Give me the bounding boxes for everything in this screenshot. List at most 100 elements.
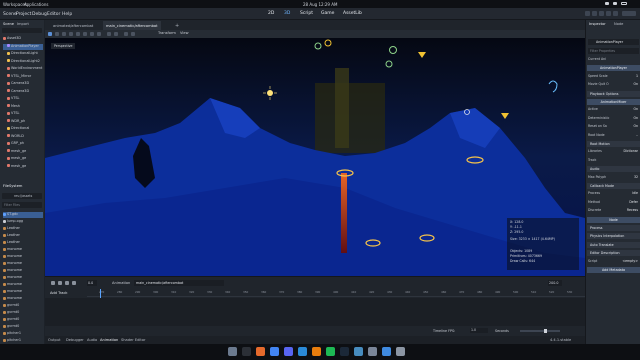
file-item[interactable]: monome: [3, 261, 43, 267]
inspector-property[interactable]: Libraries Dictionar: [588, 149, 639, 155]
lock-icon[interactable]: [83, 32, 87, 36]
mode-game-button[interactable]: Game: [321, 11, 334, 16]
preview-sun-icon[interactable]: [124, 32, 128, 36]
clock[interactable]: 28 Aug 12:29 AM: [303, 2, 337, 7]
inspector-category[interactable]: Add Metadata: [587, 267, 640, 273]
group-icon[interactable]: [90, 32, 94, 36]
applications-button[interactable]: Applications: [24, 2, 48, 7]
scene-tree-item[interactable]: VTSL: [3, 111, 43, 117]
play-from-end-icon[interactable]: [72, 281, 76, 285]
trash-icon[interactable]: [396, 347, 405, 356]
tab-node[interactable]: Node: [614, 22, 623, 26]
file-item[interactable]: gvrmt0: [3, 303, 43, 309]
move-tool-icon[interactable]: [55, 32, 59, 36]
zoom-slider[interactable]: [520, 329, 560, 333]
tab-audio[interactable]: Audio: [87, 338, 97, 342]
property-value[interactable]: 1: [636, 74, 638, 78]
inspector-node-name[interactable]: AnimationPlayer: [588, 39, 639, 45]
file-item[interactable]: monome: [3, 254, 43, 260]
file-item[interactable]: gvrmt0: [3, 324, 43, 330]
inspector-category[interactable]: AnimationMixer: [587, 99, 640, 105]
property-value[interactable]: 32: [634, 175, 638, 179]
filesystem-path[interactable]: res://assets: [2, 193, 42, 199]
scene-tree-item[interactable]: GRP_ph: [3, 141, 43, 147]
property-value[interactable]: <empty>: [622, 259, 638, 263]
tab-animated-aftercombat[interactable]: animated/aftercombat: [50, 21, 96, 30]
file-item[interactable]: gvrmt0: [3, 317, 43, 323]
scene-tree-item[interactable]: Camera3D: [3, 81, 43, 87]
file-item[interactable]: pitcher1: [3, 331, 43, 337]
scale-tool-icon[interactable]: [69, 32, 73, 36]
file-item[interactable]: gvrmt0: [3, 310, 43, 316]
inspector-property[interactable]: Movie Quit O On: [588, 82, 639, 88]
inspector-property[interactable]: Current Ani: [588, 57, 639, 63]
menu-scene[interactable]: Scene: [3, 12, 17, 17]
file-item[interactable]: monome: [3, 282, 43, 288]
ruler-icon[interactable]: [97, 32, 101, 36]
file-item[interactable]: Leather: [3, 233, 43, 239]
file-item[interactable]: monome: [3, 268, 43, 274]
inspector-section[interactable]: Playback Options: [587, 90, 640, 97]
scene-tree-item[interactable]: VTSL: [3, 96, 43, 102]
inspector-category[interactable]: AnimationPlayer: [587, 65, 640, 72]
inspector-property[interactable]: Active On: [588, 107, 639, 113]
chrome-icon[interactable]: [270, 347, 279, 356]
filesystem-filter-input[interactable]: Filter Files: [2, 202, 42, 208]
stop-icon[interactable]: [65, 281, 69, 285]
file-item[interactable]: Leather: [3, 240, 43, 246]
inspector-property[interactable]: Track: [588, 158, 639, 164]
timeline-ruler[interactable]: 270 280 290 300 310 320 330 340 350 360 370 380 390 4…: [87, 289, 585, 297]
scene-tree-item[interactable]: mesh_ge: [3, 149, 43, 155]
menu-project[interactable]: Project: [16, 12, 31, 17]
inspector-filter-input[interactable]: Filter Properties: [588, 48, 639, 54]
mode-assetlib-button[interactable]: AssetLib: [343, 11, 362, 16]
property-value[interactable]: On: [633, 82, 638, 86]
vscode-icon[interactable]: [298, 347, 307, 356]
godot-icon[interactable]: [354, 347, 363, 356]
local-space-icon[interactable]: [107, 32, 111, 36]
inspector-property[interactable]: Speed Scale 1: [588, 74, 639, 80]
menu-help[interactable]: Help: [62, 12, 72, 17]
play-icon[interactable]: [58, 281, 62, 285]
inspector-property[interactable]: Deterministic On: [588, 116, 639, 122]
inspector-section[interactable]: Physics Interpolation: [587, 233, 640, 240]
scene-tree-item[interactable]: Mesh: [3, 104, 43, 110]
file-item[interactable]: monome: [3, 289, 43, 295]
file-item[interactable]: monome: [3, 296, 43, 302]
inspector-section[interactable]: Auto Translate: [587, 241, 640, 248]
scene-tree-item[interactable]: DirectionalLight: [3, 51, 43, 57]
track-area[interactable]: [45, 298, 585, 326]
inspector-section[interactable]: Process: [587, 225, 640, 231]
property-value[interactable]: On: [633, 116, 638, 120]
inspector-category[interactable]: Node: [587, 216, 640, 223]
tab-main-cinematic[interactable]: main_cinematic/aftercombat: [103, 21, 161, 30]
tab-import[interactable]: Import: [17, 22, 29, 26]
scene-tree-item[interactable]: WDR_ph: [3, 119, 43, 125]
inspector-property[interactable]: Reset on Sa On: [588, 124, 639, 130]
inspector-property[interactable]: Root Node..: [588, 133, 639, 139]
property-value[interactable]: On: [633, 107, 638, 111]
scene-tree-item[interactable]: mesh_ge: [3, 164, 43, 170]
3d-viewport[interactable]: Perspective X: 128.0 Y: -11.1 Z: 295.0 S…: [45, 38, 585, 276]
files-icon[interactable]: [228, 347, 237, 356]
inspector-section[interactable]: Root Motion: [587, 141, 640, 147]
animation-time-field[interactable]: 0.0: [87, 280, 97, 286]
animation-menu[interactable]: Animation: [112, 281, 130, 285]
snap-icon[interactable]: [114, 32, 118, 36]
mode-script-button[interactable]: Script: [300, 11, 313, 16]
property-value[interactable]: Recess: [627, 208, 638, 212]
spotify-icon[interactable]: [326, 347, 335, 356]
firefox-icon[interactable]: [256, 347, 265, 356]
inspector-section[interactable]: Audio: [587, 166, 640, 173]
menu-debug[interactable]: Debug: [32, 12, 47, 17]
stop-icon[interactable]: [599, 11, 604, 16]
add-tab-icon[interactable]: +: [175, 23, 179, 29]
inspector-property[interactable]: Discrete Recess: [588, 208, 639, 214]
inspector-property[interactable]: Process Idle: [588, 191, 639, 197]
animation-length-field[interactable]: 200.0: [548, 280, 562, 286]
scene-tree-item[interactable]: AnimationPlayer: [3, 43, 43, 50]
property-value[interactable]: On: [633, 124, 638, 128]
list-select-icon[interactable]: [76, 32, 80, 36]
select-tool-icon[interactable]: [48, 32, 52, 36]
scene-tree-item[interactable]: mesh_ge: [3, 156, 43, 162]
